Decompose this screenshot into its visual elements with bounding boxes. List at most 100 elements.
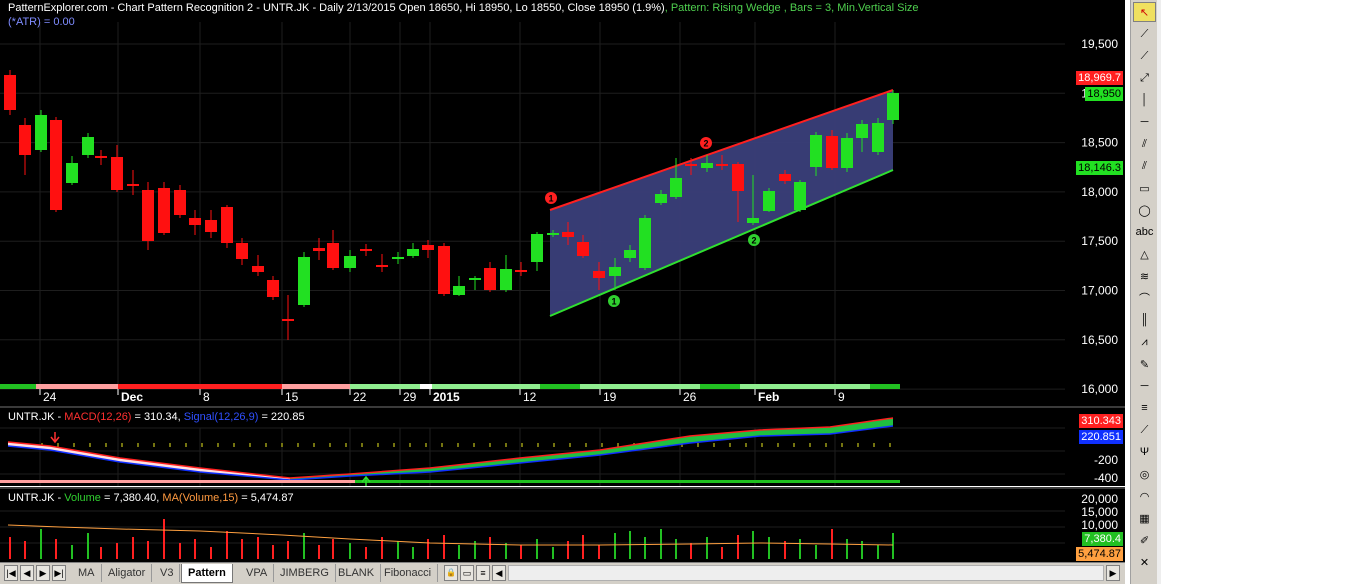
grid-tool[interactable]: ▦ bbox=[1133, 508, 1156, 528]
signal-tag: 220.851 bbox=[1079, 430, 1123, 444]
period-strip-segment bbox=[420, 384, 432, 389]
period-strip-segment bbox=[540, 384, 580, 389]
candle-body bbox=[422, 245, 434, 250]
macd-pane[interactable]: -200 -400 UNTR.JK - MACD(12,26) = 310.34,… bbox=[0, 406, 1125, 486]
candle-body bbox=[438, 246, 450, 294]
candle-body bbox=[577, 242, 589, 256]
marker-label: 1 bbox=[548, 194, 553, 204]
period-strip-segment bbox=[36, 384, 118, 389]
tab-aligator[interactable]: Aligator bbox=[102, 564, 153, 582]
lines-h-tool[interactable]: ≡ bbox=[1133, 398, 1156, 418]
last-tab-button[interactable]: ▶| bbox=[52, 565, 66, 581]
price-x-tick: Feb bbox=[758, 390, 779, 404]
fib-retracement-tool[interactable]: ≋ bbox=[1133, 266, 1156, 286]
delete-tool[interactable]: ✕ bbox=[1133, 552, 1156, 572]
price-y-tick: 17,000 bbox=[1081, 284, 1118, 298]
ellipse-tool[interactable]: ◯ bbox=[1133, 200, 1156, 220]
volume-title: UNTR.JK - Volume = 7,380.40, MA(Volume,1… bbox=[8, 492, 294, 504]
volume-ma-value: = 5,474.87 bbox=[238, 492, 294, 504]
candle-body bbox=[609, 267, 621, 276]
tab-pattern[interactable]: Pattern bbox=[181, 564, 233, 583]
first-tab-button[interactable]: |◀ bbox=[4, 565, 18, 581]
rectangle-tool[interactable]: ▭ bbox=[1133, 178, 1156, 198]
price-y-tick: 18,500 bbox=[1081, 136, 1118, 150]
trendline-tool[interactable]: ⟋ bbox=[1133, 24, 1156, 44]
text-tool[interactable]: abc bbox=[1133, 222, 1156, 242]
tab-fibonacci[interactable]: Fibonacci bbox=[378, 564, 439, 582]
period-strip-segment bbox=[870, 384, 900, 389]
toolbar-scrollbar[interactable] bbox=[1157, 0, 1161, 584]
extended-line-tool[interactable]: ⤢ bbox=[1133, 68, 1156, 88]
volume-pane[interactable]: 20,000 15,000 10,000 UNTR.JK - Volume = 7,… bbox=[0, 487, 1125, 562]
candle-body bbox=[453, 286, 465, 295]
triangle-tool[interactable]: △ bbox=[1133, 244, 1156, 264]
price-pane[interactable]: 19,50019,00018,50018,00017,50017,00016,5… bbox=[0, 0, 1125, 406]
scroll-right-button[interactable]: ▶ bbox=[1106, 565, 1120, 581]
candle-body bbox=[779, 174, 791, 181]
price-x-tick: 12 bbox=[523, 390, 537, 404]
pencil-tool[interactable]: ✎ bbox=[1133, 354, 1156, 374]
sheet-list-icon[interactable]: ≡ bbox=[476, 565, 490, 581]
period-strip-segment bbox=[432, 384, 540, 389]
candle-body bbox=[655, 194, 667, 203]
candle-body bbox=[344, 256, 356, 268]
close-price-tag: 18,950 bbox=[1085, 87, 1123, 101]
candle-body bbox=[252, 266, 264, 272]
candle-body bbox=[531, 234, 543, 262]
select-arrow-tool[interactable]: ↖ bbox=[1133, 2, 1156, 22]
fib-fan-tool[interactable]: ⟋ bbox=[1133, 420, 1156, 440]
wedge-marker-bottom-1: 1 bbox=[608, 295, 620, 307]
period-strip-segment bbox=[0, 384, 36, 389]
prev-tab-button[interactable]: ◀ bbox=[20, 565, 34, 581]
candle-body bbox=[732, 164, 744, 191]
price-chart[interactable]: 19,50019,00018,50018,00017,50017,00016,5… bbox=[0, 0, 1125, 406]
next-tab-button[interactable]: ▶ bbox=[36, 565, 50, 581]
tab-blank[interactable]: BLANK bbox=[332, 564, 382, 582]
signal-label: Signal(12,26,9) bbox=[183, 411, 259, 423]
macd-label: MACD(12,26) bbox=[64, 411, 132, 423]
price-x-tick: 26 bbox=[683, 390, 697, 404]
vertical-line-tool[interactable]: │ bbox=[1133, 90, 1156, 110]
price-y-tick: 19,500 bbox=[1081, 37, 1118, 51]
gann-tool[interactable]: ◎ bbox=[1133, 464, 1156, 484]
sheet-options-icon[interactable]: ▭ bbox=[460, 565, 474, 581]
horizontal-scrollbar[interactable] bbox=[508, 565, 1104, 581]
arc-tool[interactable]: ⌒ bbox=[1133, 288, 1156, 308]
cycles-tool[interactable]: ◠ bbox=[1133, 486, 1156, 506]
period-strip-segment bbox=[580, 384, 700, 389]
lock-icon[interactable]: 🔒 bbox=[444, 565, 458, 581]
wedge-marker-top-2: 2 bbox=[700, 137, 712, 149]
candle-body bbox=[267, 280, 279, 297]
zigzag-tool[interactable]: ⩘ bbox=[1133, 332, 1156, 352]
price-title: PatternExplorer.com - Chart Pattern Reco… bbox=[8, 2, 919, 14]
drawing-toolbar: ↖ ⟋ ⟋ ⤢ │ ─ ⫽ ⫽ ▭ ◯ abc △ ≋ ⌒ ║ ⩘ ✎ ─ ≡ ⟋ Ψ ◎ ◠ ▦ ✐ ✕ bbox=[1130, 0, 1158, 584]
price-x-tick: Dec bbox=[121, 390, 143, 404]
tab-jimberg[interactable]: JIMBERG bbox=[274, 564, 336, 582]
tab-ma[interactable]: MA bbox=[72, 564, 102, 582]
candle-body bbox=[221, 207, 233, 243]
period-strip-segment bbox=[282, 384, 350, 389]
channel-tool[interactable]: ⫽ bbox=[1133, 156, 1156, 176]
pitchfork-tool[interactable]: Ψ bbox=[1133, 442, 1156, 462]
candle-body bbox=[701, 163, 713, 168]
candle-body bbox=[593, 271, 605, 278]
period-strip-segment bbox=[350, 384, 420, 389]
tab-vpa[interactable]: VPA bbox=[240, 564, 275, 582]
candle-body bbox=[500, 269, 512, 290]
candle-body bbox=[810, 135, 822, 167]
volume-value: = 7,380.40, bbox=[100, 492, 163, 504]
horizontal-line-tool[interactable]: ─ bbox=[1133, 112, 1156, 132]
pen-tool[interactable]: ✐ bbox=[1133, 530, 1156, 550]
candle-body bbox=[4, 75, 16, 110]
divider-tool[interactable]: ─ bbox=[1133, 376, 1156, 396]
parallel-lines-tool[interactable]: ⫽ bbox=[1133, 134, 1156, 154]
candle-body bbox=[484, 268, 496, 290]
candle-body bbox=[562, 232, 574, 237]
volume-y-tick: 10,000 bbox=[1081, 518, 1118, 532]
scroll-left-button[interactable]: ◀ bbox=[492, 565, 506, 581]
tab-v3[interactable]: V3 bbox=[154, 564, 181, 582]
sheet-tab-bar: |◀ ◀ ▶ ▶| MA Aligator V3 Pattern VPA JIM… bbox=[0, 562, 1125, 584]
ray-tool[interactable]: ⟋ bbox=[1133, 46, 1156, 66]
fib-timezones-tool[interactable]: ║ bbox=[1133, 310, 1156, 330]
candle-body bbox=[826, 136, 838, 168]
